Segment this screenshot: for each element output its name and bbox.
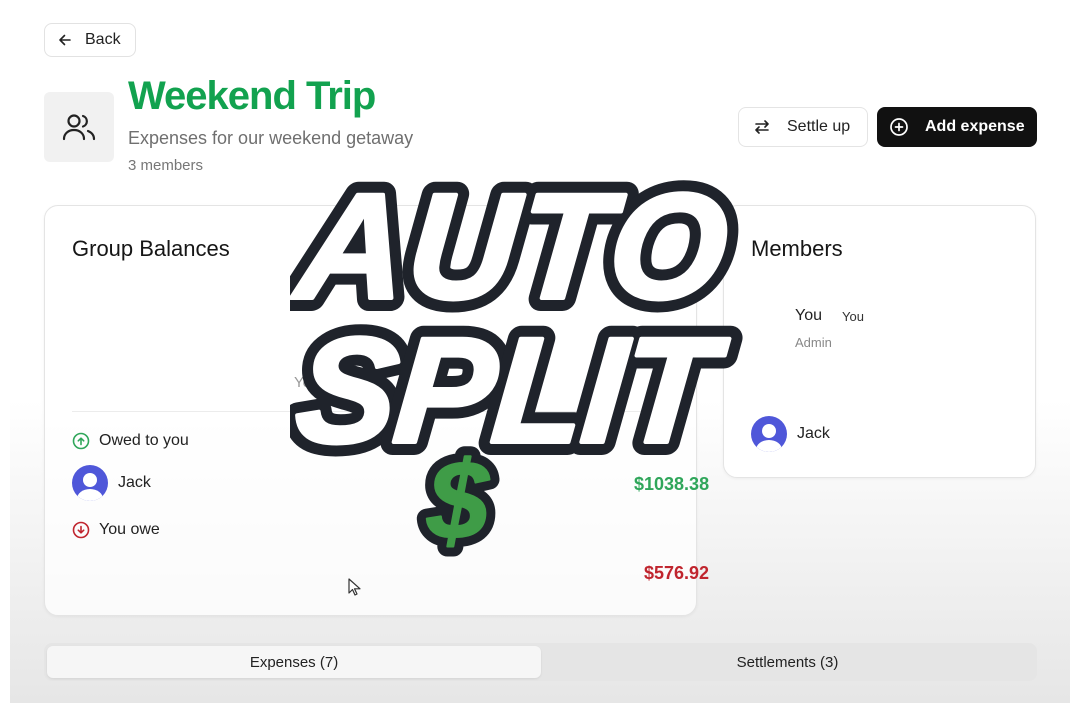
you-owe-label: You owe: [99, 521, 160, 538]
plus-circle-icon: [890, 118, 908, 136]
owed-person-name: Jack: [118, 474, 151, 491]
member-role: Admin: [795, 335, 832, 350]
group-subtitle: Expenses for our weekend getaway: [128, 128, 414, 148]
you-owe-heading: You owe: [72, 521, 160, 539]
overlay-line-auto: AUTO: [290, 162, 736, 330]
tab-expenses[interactable]: Expenses (7): [47, 646, 541, 678]
group-balances-title: Group Balances: [72, 236, 230, 261]
group-title: Weekend Trip: [128, 74, 376, 118]
owed-person-row: Jack: [72, 465, 151, 501]
owed-to-you-label: Owed to you: [99, 432, 189, 449]
member-name: Jack: [797, 425, 830, 442]
arrow-left-icon: [59, 34, 71, 46]
overlay-line-split: SPLIT: [290, 306, 733, 474]
swap-arrows-icon: [755, 120, 769, 134]
arrow-up-circle-icon: [72, 432, 90, 450]
group-avatar: [44, 92, 114, 162]
overlay-dollar-sign: $: [426, 439, 490, 562]
mouse-cursor-icon: [348, 578, 361, 596]
add-expense-label: Add expense: [925, 118, 1025, 135]
member-name: You: [795, 307, 822, 324]
tab-settlements[interactable]: Settlements (3): [541, 646, 1034, 678]
settle-up-label: Settle up: [787, 118, 851, 135]
member-you-tag: You: [842, 309, 864, 324]
settle-up-button[interactable]: Settle up: [738, 107, 868, 147]
avatar: [72, 465, 108, 501]
owed-to-you-heading: Owed to you: [72, 432, 189, 450]
add-expense-button[interactable]: Add expense: [877, 107, 1037, 147]
back-button[interactable]: Back: [44, 23, 136, 57]
users-icon: [62, 114, 96, 141]
auto-split-overlay: AUTO AUTO SPLIT SPLIT $ $: [290, 150, 749, 570]
member-count: 3 members: [128, 157, 204, 174]
back-label: Back: [85, 31, 121, 48]
arrow-down-circle-icon: [72, 521, 90, 539]
tab-bar: Expenses (7) Settlements (3): [44, 643, 1037, 681]
